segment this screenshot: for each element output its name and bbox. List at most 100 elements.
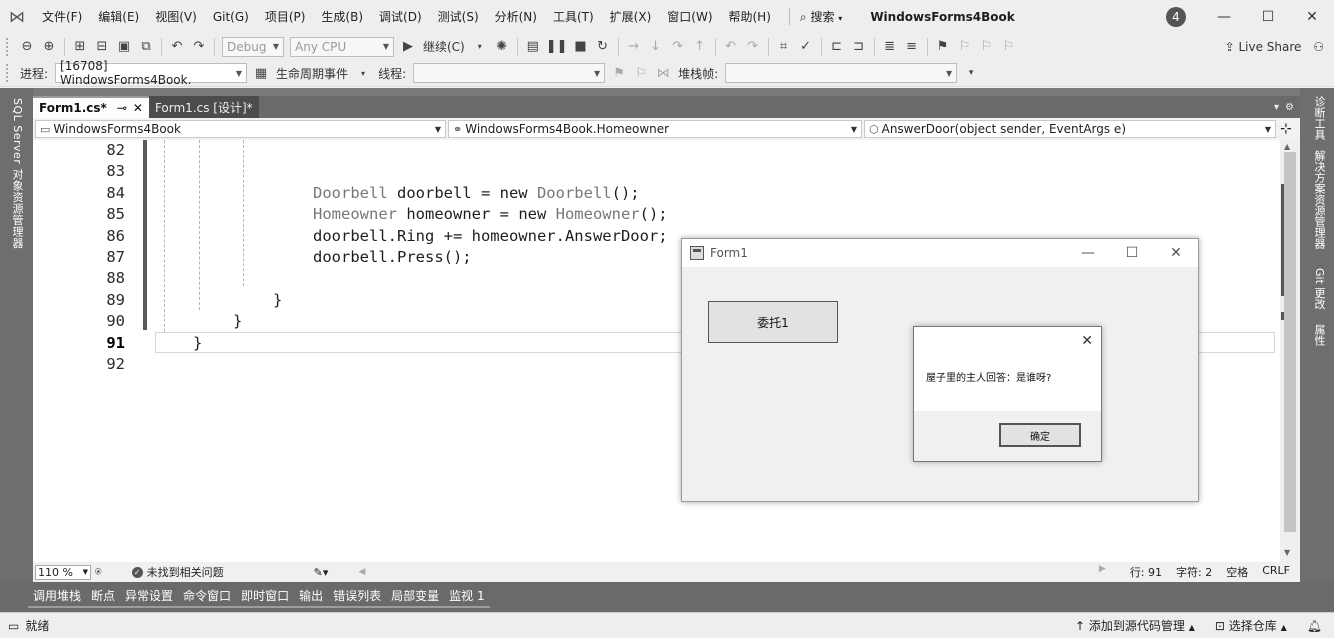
delegate1-button[interactable]: 委托1 [708, 301, 838, 343]
undo-icon[interactable]: ↶ [168, 37, 186, 57]
next-bookmark-icon[interactable]: ⚐ [978, 37, 996, 57]
minimize-icon[interactable]: — [1066, 245, 1110, 261]
user-icon[interactable]: ⚇ [1313, 40, 1324, 54]
step-out-icon[interactable]: ↑ [691, 37, 709, 57]
step-over-icon[interactable]: ↷ [669, 37, 687, 57]
issues-indicator[interactable]: ✓ 未找到相关问题 [131, 564, 224, 580]
outdent-icon[interactable]: ≣ [881, 37, 899, 57]
properties-tab[interactable]: 属性 [1311, 324, 1327, 346]
new-project-icon[interactable]: ⊞ [71, 37, 89, 57]
menu-debug[interactable]: 调试(D) [371, 8, 430, 25]
sql-server-object-explorer-tab[interactable]: SQL Server 对象资源管理器 [9, 98, 25, 249]
gear-icon[interactable]: ⚙ [1285, 102, 1294, 113]
save-icon[interactable]: ▣ [115, 37, 133, 57]
menu-edit[interactable]: 编辑(E) [90, 8, 147, 25]
toolbar-grip[interactable] [6, 37, 12, 56]
scroll-down-icon[interactable]: ▼ [1284, 548, 1290, 557]
bookmark-icon[interactable]: ⚑ [934, 37, 952, 57]
split-editor-icon[interactable]: ⊹ [1280, 121, 1292, 137]
copilot-icon[interactable]: ⍟ [95, 565, 102, 579]
close-icon[interactable]: ✕ [1154, 245, 1198, 261]
lifecycle-events-button[interactable]: 生命周期事件 [276, 65, 348, 82]
project-dropdown[interactable]: ▭ WindowsForms4Book ▼ [35, 120, 446, 138]
code-cleanup-icon[interactable]: ✎▾ [314, 566, 329, 579]
tab-immediate-window[interactable]: 即时窗口 [236, 586, 295, 608]
scrollbar-thumb[interactable] [1284, 152, 1296, 532]
continue-button[interactable]: 继续(C) [423, 38, 465, 55]
maximize-icon[interactable]: ☐ [1246, 0, 1290, 33]
threads-flag-icon[interactable]: ⚐ [632, 63, 650, 83]
add-to-source-control-button[interactable]: ↑ 添加到源代码管理 ▲ [1075, 617, 1195, 634]
format-icon[interactable]: ⌗ [775, 37, 793, 57]
navigate-back-icon[interactable]: ⊖ [18, 37, 36, 57]
git-changes-tab[interactable]: Git 更改 [1311, 268, 1327, 309]
clear-bookmarks-icon[interactable]: ⚐ [1000, 37, 1018, 57]
platform-select[interactable]: Any CPU ▼ [290, 36, 394, 57]
scroll-right-icon[interactable]: ▶ [1099, 564, 1106, 580]
redo-icon[interactable]: ↷ [744, 37, 762, 57]
break-all-icon[interactable]: ❚❚ [546, 37, 568, 57]
menu-build[interactable]: 生成(B) [313, 8, 371, 25]
stop-icon[interactable]: ■ [572, 37, 590, 57]
select-repo-button[interactable]: ⊡ 选择仓库 ▲ [1215, 617, 1287, 634]
toolbar-options-icon[interactable]: ▾ [962, 63, 980, 83]
prev-bookmark-icon[interactable]: ⚐ [956, 37, 974, 57]
tab-watch-1[interactable]: 监视 1 [444, 586, 490, 608]
tab-error-list[interactable]: 错误列表 [328, 586, 387, 608]
spell-check-icon[interactable]: ✓ [797, 37, 815, 57]
tab-form1-cs[interactable]: Form1.cs* ⊸ ✕ [33, 96, 149, 118]
maximize-icon[interactable]: ☐ [1110, 245, 1154, 261]
close-icon[interactable]: ✕ [1081, 333, 1093, 349]
menu-tools[interactable]: 工具(T) [545, 8, 602, 25]
browse-icon[interactable]: ▤ [524, 37, 542, 57]
solution-explorer-tab[interactable]: 解决方案资源管理器 [1311, 150, 1327, 249]
close-icon[interactable]: ✕ [1290, 0, 1334, 33]
navigate-forward-icon[interactable]: ⊕ [40, 37, 58, 57]
redo-icon[interactable]: ↷ [190, 37, 208, 57]
scroll-left-icon[interactable]: ◀ [358, 567, 365, 577]
show-next-statement-icon[interactable]: → [625, 37, 643, 57]
menu-file[interactable]: 文件(F) [34, 8, 90, 25]
pin-icon[interactable]: ⊸ [117, 101, 127, 115]
visual-studio-logo-icon[interactable]: ⋈ [0, 0, 34, 33]
tab-breakpoints[interactable]: 断点 [86, 586, 121, 608]
menu-project[interactable]: 项目(P) [257, 8, 314, 25]
line-indicator[interactable]: 行: 91 [1130, 564, 1162, 580]
search-menu[interactable]: ⌕ 搜索 ▾ [788, 8, 852, 25]
notifications-bell-icon[interactable]: 🔔︎ [1307, 619, 1322, 633]
member-dropdown[interactable]: ⬡ AnswerDoor(object sender, EventArgs e)… [864, 120, 1276, 138]
tab-exception-settings[interactable]: 异常设置 [120, 586, 179, 608]
stackframe-select[interactable]: ▼ [725, 63, 958, 83]
tab-call-stack[interactable]: 调用堆栈 [28, 586, 87, 608]
toolbar-grip[interactable] [6, 64, 12, 82]
minimize-icon[interactable]: — [1202, 0, 1246, 33]
flag-icon[interactable]: ⚑ [610, 63, 628, 83]
live-share-group[interactable]: ⇪ Live Share ⚇ [1225, 40, 1324, 54]
eol-indicator[interactable]: CRLF [1262, 564, 1290, 580]
thread-select[interactable]: ▼ [413, 63, 606, 83]
indent-icon[interactable]: ≡ [903, 37, 921, 57]
open-file-icon[interactable]: ⊟ [93, 37, 111, 57]
tab-output[interactable]: 输出 [294, 586, 329, 608]
vertical-scrollbar[interactable]: ▲ ▼ [1280, 140, 1300, 562]
play-icon[interactable]: ▶ [399, 37, 417, 57]
uncomment-icon[interactable]: ⊐ [850, 37, 868, 57]
scroll-up-icon[interactable]: ▲ [1284, 142, 1290, 151]
solution-config-select[interactable]: Debug ▼ [222, 36, 284, 57]
notification-badge[interactable]: 4 [1166, 7, 1186, 27]
output-window-icon[interactable]: ▭ [8, 619, 19, 633]
form1-titlebar[interactable]: Form1 — ☐ ✕ [682, 239, 1198, 267]
restart-icon[interactable]: ↻ [594, 37, 612, 57]
char-indicator[interactable]: 字符: 2 [1176, 564, 1212, 580]
menu-test[interactable]: 测试(S) [430, 8, 487, 25]
tab-command-window[interactable]: 命令窗口 [178, 586, 237, 608]
close-icon[interactable]: ✕ [133, 101, 143, 115]
menu-view[interactable]: 视图(V) [147, 8, 205, 25]
live-share-button[interactable]: Live Share [1238, 40, 1301, 54]
diagnostic-tools-tab[interactable]: 诊断工具 [1311, 96, 1327, 140]
menu-extensions[interactable]: 扩展(X) [602, 8, 660, 25]
tab-list-dropdown-icon[interactable]: ▾ [1274, 102, 1279, 113]
hot-reload-icon[interactable]: ✺ [493, 37, 511, 57]
tab-locals[interactable]: 局部变量 [386, 586, 445, 608]
comment-icon[interactable]: ⊏ [828, 37, 846, 57]
